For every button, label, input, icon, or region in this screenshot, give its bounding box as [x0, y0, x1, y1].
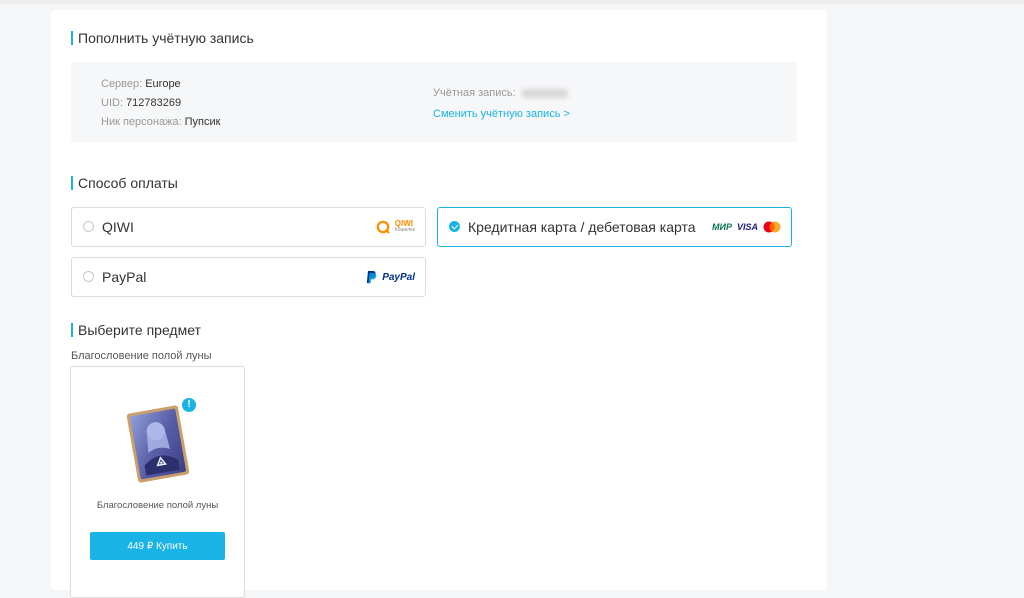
uid-value: 712783269 — [126, 97, 182, 109]
account-email-row: Учётная запись: — [433, 86, 568, 100]
item-name: Благословение полой луны — [96, 500, 219, 511]
visa-logo: VISA — [736, 222, 758, 232]
server-label: Сервер: — [101, 78, 143, 90]
server-value: Europe — [145, 78, 181, 90]
uid-label: UID: — [101, 97, 123, 109]
qiwi-logo-icon — [376, 220, 390, 234]
card-radio-checked[interactable] — [449, 221, 460, 232]
paypal-logo: PayPal — [366, 268, 415, 286]
item-category-label: Благословение полой луны — [71, 350, 212, 362]
moon-blessing-card-image — [126, 405, 190, 483]
item-card[interactable]: ! Благословение полой луны 449 ₽ Купить — [70, 366, 245, 598]
mir-logo: МИР — [712, 222, 732, 232]
qiwi-logo: QIWI Кошелек — [376, 218, 415, 236]
payment-option-qiwi[interactable]: QIWI QIWI Кошелек — [71, 207, 426, 247]
paypal-logo-text: PayPal — [382, 271, 415, 283]
item-section-title: Выберите предмет — [71, 322, 201, 338]
nick-row: Ник персонажа: Пупсик — [101, 115, 220, 129]
paypal-label: PayPal — [102, 269, 147, 285]
switch-account-row: Сменить учётную запись > — [433, 107, 570, 121]
payment-option-card[interactable]: Кредитная карта / дебетовая карта МИР VI… — [437, 207, 792, 247]
payment-option-paypal[interactable]: PayPal PayPal — [71, 257, 426, 297]
paypal-radio[interactable] — [83, 271, 94, 282]
server-row: Сервер: Europe — [101, 77, 181, 91]
uid-row: UID: 712783269 — [101, 96, 181, 110]
qiwi-logo-sub: Кошелек — [394, 227, 415, 233]
account-email-blurred — [521, 88, 568, 98]
account-info-box: Сервер: Europe UID: 712783269 Ник персонаж… — [71, 62, 797, 142]
nick-value: Пупсик — [184, 116, 221, 128]
qiwi-label: QIWI — [102, 219, 134, 235]
account-section-title: Пополнить учётную запись — [71, 30, 254, 46]
topup-panel: Пополнить учётную запись Сервер: Europe U… — [51, 10, 827, 598]
card-logos: МИР VISA — [712, 218, 781, 236]
payment-section-title: Способ оплаты — [71, 175, 178, 191]
buy-button[interactable]: 449 ₽ Купить — [90, 532, 225, 560]
qiwi-radio[interactable] — [83, 221, 94, 232]
paypal-icon — [366, 271, 377, 284]
nick-label: Ник персонажа: — [101, 116, 182, 128]
mastercard-icon — [763, 221, 781, 233]
account-email-label: Учётная запись: — [433, 87, 516, 99]
switch-account-link[interactable]: Сменить учётную запись > — [433, 108, 570, 120]
card-label: Кредитная карта / дебетовая карта — [468, 219, 696, 235]
qiwi-logo-text: QIWI — [394, 219, 413, 228]
top-strip — [0, 0, 1024, 4]
